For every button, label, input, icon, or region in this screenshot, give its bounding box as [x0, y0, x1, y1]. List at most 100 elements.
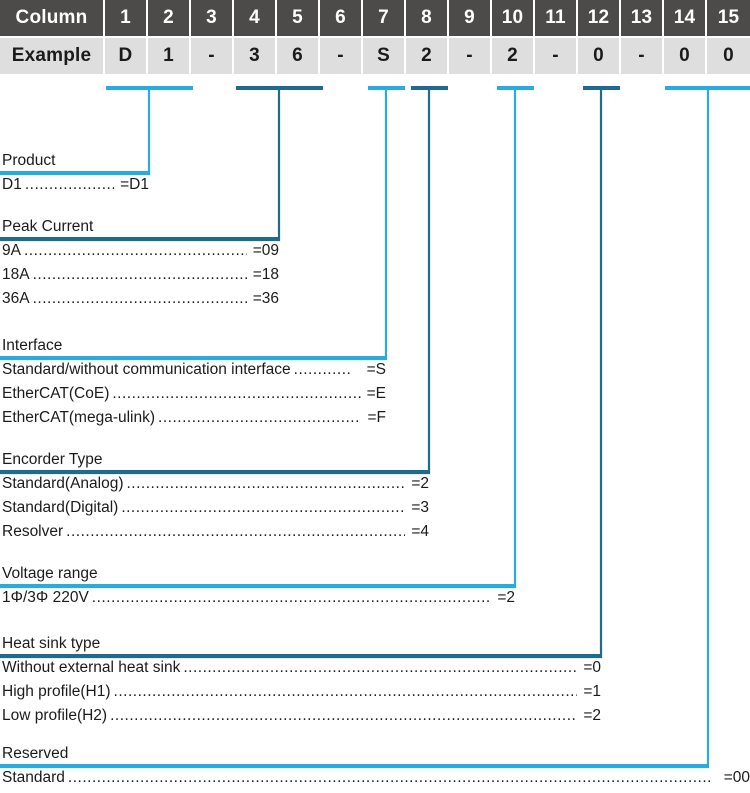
option-row: 18A ....................................…	[0, 263, 279, 287]
example-value-8: 2	[406, 38, 449, 74]
column-number-12: 12	[578, 0, 621, 36]
option-row: EtherCAT(mega-ulink) ...................…	[0, 406, 386, 430]
example-value-1: D	[105, 38, 148, 74]
column-number-8: 8	[406, 0, 449, 36]
option-row: Standard/without communication interface…	[0, 358, 386, 382]
example-value-4: 3	[234, 38, 277, 74]
example-value-7: S	[363, 38, 406, 74]
section-encoder-type: Encorder Type Standard(Analog) .........…	[0, 451, 750, 544]
option-value: =0	[583, 659, 601, 676]
leader-dots: ........................................…	[126, 475, 406, 492]
example-value-13: -	[621, 38, 664, 74]
leader-dots: ............	[293, 361, 352, 378]
table-header-row: Column 1 2 3 4 5 6 7 8 9 10 11 12 13 14 …	[0, 0, 750, 36]
example-value-6: -	[320, 38, 363, 74]
option-row: 1Φ/3Φ 220V .............................…	[0, 586, 515, 610]
column-number-9: 9	[449, 0, 492, 36]
leader-dots: ........................................…	[67, 769, 712, 786]
option-row: EtherCAT(CoE) ..........................…	[0, 382, 386, 406]
option-row: Resolver ...............................…	[0, 520, 429, 544]
option-value: =2	[411, 475, 429, 492]
section-title-heat-sink-type: Heat sink type	[2, 635, 101, 652]
table-example-row: Example D 1 - 3 6 - S 2 - 2 - 0 - 0 0	[0, 38, 750, 74]
example-value-14: 0	[664, 38, 707, 74]
option-row: Standard ...............................…	[0, 766, 750, 790]
option-value: =36	[252, 290, 279, 307]
option-value: =S	[366, 361, 386, 378]
option-name: Standard(Analog)	[2, 475, 124, 492]
header-label-column: Column	[0, 0, 105, 36]
model-code-diagram: Column 1 2 3 4 5 6 7 8 9 10 11 12 13 14 …	[0, 0, 750, 793]
section-title-interface: Interface	[2, 337, 63, 354]
column-number-11: 11	[535, 0, 578, 36]
column-number-2: 2	[148, 0, 191, 36]
column-number-5: 5	[277, 0, 320, 36]
option-name: Resolver	[2, 523, 64, 540]
leader-dots: ........................................…	[91, 589, 492, 606]
option-name: 9A	[2, 242, 21, 259]
leader-dots: ........................................…	[113, 683, 578, 700]
section-voltage-range: Voltage range 1Φ/3Φ 220V ...............…	[0, 565, 750, 610]
leader-dots: ........................................…	[183, 659, 578, 676]
option-value: =D1	[120, 176, 149, 193]
option-name: High profile(H1)	[2, 683, 111, 700]
leader-dots: ........................................…	[110, 707, 578, 724]
section-product: Product D1 ........................ =D1	[0, 152, 750, 197]
option-name: Standard(Digital)	[2, 499, 119, 516]
option-value: =4	[411, 523, 429, 540]
option-name: Without external heat sink	[2, 659, 181, 676]
option-value: =3	[411, 499, 429, 516]
option-value: =F	[367, 409, 386, 426]
option-row: D1 ........................ =D1	[0, 173, 149, 197]
column-number-1: 1	[105, 0, 148, 36]
leader-dots: ........................................…	[158, 409, 362, 426]
leader-dots: ........................................…	[32, 266, 247, 283]
example-value-3: -	[191, 38, 234, 74]
section-heat-sink-type: Heat sink type Without external heat sin…	[0, 635, 750, 728]
column-number-13: 13	[621, 0, 664, 36]
option-row: High profile(H1) .......................…	[0, 680, 601, 704]
option-name: Standard/without communication interface	[2, 361, 291, 378]
option-row: Without external heat sink .............…	[0, 656, 601, 680]
header-label-example: Example	[0, 38, 105, 74]
column-number-10: 10	[492, 0, 535, 36]
section-title-encoder-type: Encorder Type	[2, 451, 103, 468]
option-name: Standard	[2, 769, 65, 786]
example-value-5: 6	[277, 38, 320, 74]
example-value-12: 0	[578, 38, 621, 74]
column-number-3: 3	[191, 0, 234, 36]
section-interface: Interface Standard/without communication…	[0, 337, 750, 430]
leader-dots: ........................................…	[23, 242, 247, 259]
option-name: 36A	[2, 290, 30, 307]
option-value: =E	[366, 385, 386, 402]
example-value-2: 1	[148, 38, 191, 74]
example-value-9: -	[449, 38, 492, 74]
option-row: Standard(Analog) .......................…	[0, 472, 429, 496]
section-title-voltage-range: Voltage range	[2, 565, 98, 582]
option-name: 18A	[2, 266, 30, 283]
option-row: Standard(Digital) ......................…	[0, 496, 429, 520]
option-row: Low profile(H2) ........................…	[0, 704, 601, 728]
column-number-6: 6	[320, 0, 363, 36]
leader-dots: ........................................…	[66, 523, 406, 540]
option-name: EtherCAT(mega-ulink)	[2, 409, 156, 426]
leader-dots: ........................................…	[112, 385, 361, 402]
option-value: =18	[252, 266, 279, 283]
option-value: =1	[583, 683, 601, 700]
example-value-11: -	[535, 38, 578, 74]
column-number-4: 4	[234, 0, 277, 36]
option-name: D1	[2, 176, 22, 193]
leader-dots: ........................	[24, 176, 114, 193]
example-value-10: 2	[492, 38, 535, 74]
example-value-15: 0	[707, 38, 750, 74]
option-value: =2	[583, 707, 601, 724]
option-value: =2	[497, 589, 515, 606]
option-name: 1Φ/3Φ 220V	[2, 589, 89, 606]
option-name: EtherCAT(CoE)	[2, 385, 110, 402]
option-name: Low profile(H2)	[2, 707, 108, 724]
column-number-7: 7	[363, 0, 406, 36]
leader-dots: ........................................…	[32, 290, 247, 307]
option-row: 36A ....................................…	[0, 287, 279, 311]
option-value: =09	[252, 242, 279, 259]
option-row: 9A .....................................…	[0, 239, 279, 263]
